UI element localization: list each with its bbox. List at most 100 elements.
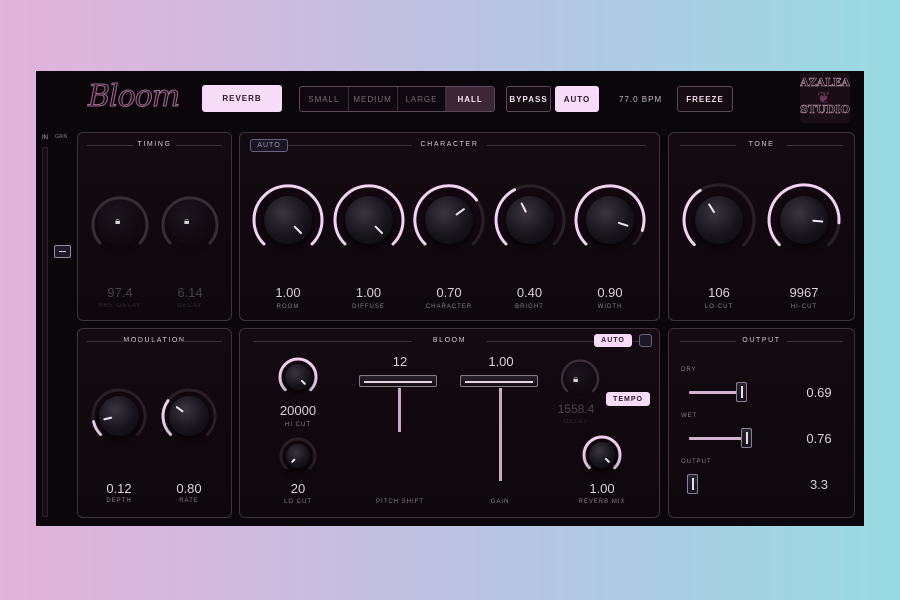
width-value: 0.90 <box>597 285 623 300</box>
bloom-hicut-knob[interactable] <box>285 364 311 390</box>
diffuse-knob[interactable] <box>344 196 393 244</box>
sync-lock-icon[interactable]: 🔒︎ <box>573 374 578 385</box>
sync-lock-icon[interactable]: 🔒︎ <box>115 216 120 227</box>
input-gain-label: GAIN <box>55 134 68 140</box>
tempo-sync-button[interactable]: TEMPO <box>606 392 650 406</box>
bypass-button[interactable]: BYPASS <box>506 86 551 112</box>
predelay-label: PRE-DELAY <box>98 303 142 309</box>
bloom-hicut-indicator <box>300 379 307 386</box>
output-2-slider-thumb[interactable] <box>687 474 699 494</box>
hicut-label: HI-CUT <box>790 304 818 310</box>
width-knob[interactable] <box>586 196 634 244</box>
width-label: WIDTH <box>597 304 623 310</box>
room-label: ROOM <box>276 304 300 310</box>
output-title: OUTPUT <box>669 337 854 344</box>
bloom-locut-value: 20 <box>290 481 306 496</box>
hicut-value: 9967 <box>789 285 819 300</box>
bloom-gain-fader-cap[interactable] <box>460 375 538 387</box>
diffuse-value: 1.00 <box>355 285 382 300</box>
output-0-slider-thumb[interactable] <box>735 382 747 402</box>
tone-title: TONE <box>669 141 854 148</box>
bloom-locut-indicator <box>290 458 296 464</box>
bright-knob[interactable] <box>505 196 554 244</box>
locut-indicator <box>707 203 716 214</box>
bloom-hicut-label: HI CUT <box>285 422 311 428</box>
freeze-button[interactable]: FREEZE <box>677 86 733 112</box>
bpm-readout: 77.0 BPM <box>619 95 663 104</box>
modulation-panel: MODULATION 0.12 DEPTH 0.80 RATE <box>77 328 232 518</box>
output-0-slider-track[interactable] <box>689 391 738 394</box>
timing-panel: TIMING 🔒︎ 🔒︎ 97.4 PRE-DELAY 6.14 DECAY <box>77 132 232 321</box>
output-panel: OUTPUT DRY 0.69 WET 0.76 OUTPUT 3.3 <box>668 328 855 518</box>
auto-button[interactable]: AUTO <box>555 86 599 112</box>
size-medium-option[interactable]: MEDIUM <box>349 87 398 111</box>
locut-knob[interactable] <box>695 196 743 244</box>
output-2-label: OUTPUT <box>681 459 712 465</box>
size-large-option[interactable]: LARGE <box>398 87 447 111</box>
rate-label: RATE <box>179 498 199 504</box>
bloom-auto-toggle[interactable]: AUTO <box>594 334 632 347</box>
bloom-hicut-value: 20000 <box>279 403 317 418</box>
output-2-value: 3.3 <box>809 477 829 492</box>
hicut-knob[interactable] <box>780 196 828 244</box>
bloom-gain-label: GAIN <box>490 499 510 505</box>
bloom-delay-label: DELAY <box>563 419 589 425</box>
bloom-auto-checkbox[interactable] <box>639 334 652 347</box>
output-1-slider-thumb[interactable] <box>741 428 753 448</box>
output-0-value: 0.69 <box>806 385 832 400</box>
reverb-plugin-window: Bloom REVERB SMALL MEDIUM LARGE HALL BYP… <box>36 71 864 526</box>
predelay-value: 97.4 <box>107 285 133 300</box>
locut-value: 106 <box>708 285 730 300</box>
depth-knob[interactable] <box>99 396 139 436</box>
character-panel: CHARACTER AUTO 1.00 ROOM 1.00 DIFFUSE 0.70 CH… <box>239 132 660 321</box>
reverb-button[interactable]: REVERB <box>202 85 282 112</box>
sync-lock-icon[interactable]: 🔒︎ <box>184 216 189 227</box>
input-level-meter <box>42 147 48 517</box>
tone-panel: TONE 106 LO-CUT 9967 HI-CUT <box>668 132 855 321</box>
rate-indicator <box>175 405 184 413</box>
decay-knob[interactable] <box>167 199 213 245</box>
hicut-indicator <box>812 219 824 223</box>
bloom-gain-fader-track <box>499 388 502 481</box>
bright-indicator <box>519 202 527 213</box>
bloom-delay-value: 1558.4 <box>557 402 595 416</box>
depth-value: 0.12 <box>106 481 132 496</box>
width-indicator <box>617 221 629 227</box>
output-1-slider-track[interactable] <box>689 437 744 440</box>
bloom-locut-knob[interactable] <box>286 444 310 468</box>
character-indicator <box>455 207 466 216</box>
bloom-panel: BLOOM AUTO 12 PITCH SHIFT 1.00 GAIN 🔒︎ 1… <box>239 328 660 518</box>
output-1-value: 0.76 <box>806 431 832 446</box>
output-1-label: WET <box>681 413 698 419</box>
size-hall-option[interactable]: HALL <box>446 87 494 111</box>
brand-line-2: STUDIOS <box>800 103 850 117</box>
rate-knob[interactable] <box>169 396 209 436</box>
rate-value: 0.80 <box>176 481 202 496</box>
pitch-shift-fader-track <box>398 388 401 432</box>
pitch-shift-label: PITCH SHIFT <box>376 499 424 505</box>
room-indicator <box>293 225 303 235</box>
room-knob[interactable] <box>264 196 312 244</box>
character-auto-toggle[interactable]: AUTO <box>250 139 288 152</box>
character-value: 0.70 <box>436 285 462 300</box>
character-label: CHARACTER <box>425 304 473 310</box>
decay-label: DECAY <box>177 303 203 309</box>
depth-label: DEPTH <box>106 498 132 504</box>
bright-value: 0.40 <box>516 285 543 300</box>
input-gain-slider-handle[interactable] <box>54 245 71 258</box>
input-meter-label: IN <box>42 135 48 141</box>
reverb-mix-indicator <box>604 457 611 464</box>
reverb-mix-value: 1.00 <box>589 481 615 496</box>
character-title: CHARACTER <box>240 141 659 148</box>
reverb-mix-knob[interactable] <box>589 442 615 468</box>
pitch-shift-value: 12 <box>392 354 408 369</box>
bloom-delay-arc <box>560 359 600 393</box>
bloom-logo: Bloom <box>88 79 181 115</box>
azalea-studios-logo: AZALEA ❦ STUDIOS <box>800 73 850 123</box>
modulation-title: MODULATION <box>78 337 231 344</box>
timing-title: TIMING <box>78 141 231 148</box>
pitch-shift-fader-cap[interactable] <box>359 375 437 387</box>
diffuse-indicator <box>373 225 383 235</box>
size-small-option[interactable]: SMALL <box>300 87 349 111</box>
character-knob[interactable] <box>425 196 473 244</box>
